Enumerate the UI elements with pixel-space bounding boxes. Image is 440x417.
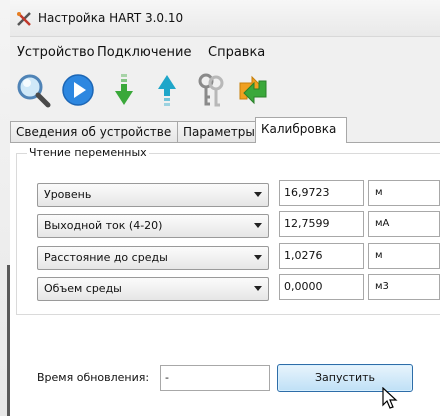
variable-value-field[interactable]: 0,0000 [279,274,364,300]
variable-value-field[interactable]: 16,9723 [279,180,364,206]
chevron-down-icon [254,286,262,291]
calibration-panel: Чтение переменных Уровень 16,9723 м Выхо… [10,142,440,417]
menu-help[interactable]: Справка [208,45,265,60]
variable-select[interactable]: Объем среды [37,277,269,301]
chevron-down-icon [254,192,262,197]
search-icon [17,74,51,108]
variable-unit: м [375,250,383,261]
variable-unit-field[interactable]: м [368,180,440,206]
chevron-down-icon [254,223,262,228]
variable-value-field[interactable]: 1,0276 [279,243,364,269]
variable-select[interactable]: Уровень [37,183,269,207]
tab-device-info[interactable]: Сведения об устройстве [10,121,180,142]
keys-icon [198,73,224,107]
menu-connection[interactable]: Подключение [97,45,191,60]
read-button[interactable] [105,70,143,110]
variable-value-field[interactable]: 12,7599 [279,211,364,237]
upload-arrow-icon [158,75,176,106]
variable-unit-field[interactable]: мА [368,211,440,237]
mouse-cursor-icon [382,387,398,409]
tab-parameters[interactable]: Параметры [177,121,257,142]
variable-value: 1,0276 [284,249,323,262]
write-button[interactable] [148,70,186,110]
access-button[interactable] [192,70,230,110]
start-button-label: Запустить [315,371,375,384]
title-bar[interactable]: Настройка HART 3.0.10 [10,0,440,37]
variable-select[interactable]: Выходной ток (4-20) [37,214,269,238]
variable-select-label: Выходной ток (4-20) [44,219,163,232]
variable-value: 0,0000 [284,280,323,293]
chevron-down-icon [254,255,262,260]
variable-unit-field[interactable]: м [368,243,440,269]
play-icon [62,74,94,106]
update-time-field[interactable]: - [160,365,270,391]
variable-unit: м3 [375,281,389,292]
variable-select-label: Объем среды [44,282,122,295]
download-arrow-icon [115,74,133,105]
variable-value: 12,7599 [284,217,330,230]
menu-device[interactable]: Устройство [17,45,95,60]
app-window: Настройка HART 3.0.10 Устройство Подключ… [10,0,440,417]
search-button[interactable] [14,70,52,110]
variable-value: 16,9723 [284,186,330,199]
variable-unit-field[interactable]: м3 [368,274,440,300]
tab-calibration[interactable]: Калибровка [255,117,347,143]
update-time-label: Время обновления: [37,371,150,384]
toolbar [10,70,440,114]
exchange-button[interactable] [234,70,272,110]
update-time-value: - [165,371,169,384]
variable-unit: мА [375,218,390,229]
variable-select-label: Уровень [44,188,92,201]
tab-calibration-label: Калибровка [261,122,337,136]
tab-parameters-label: Параметры [183,125,255,139]
hart-app-icon [17,12,31,26]
variable-unit: м [375,187,383,198]
run-button[interactable] [59,70,97,110]
group-title: Чтение переменных [27,146,149,159]
tab-bar: Сведения об устройстве Параметры Калибро… [10,117,440,143]
tab-device-info-label: Сведения об устройстве [16,125,172,139]
variable-select[interactable]: Расстояние до среды [37,246,269,270]
swap-icon [239,75,267,105]
variable-select-label: Расстояние до среды [44,251,168,264]
window-title: Настройка HART 3.0.10 [38,11,184,25]
menu-bar: Устройство Подключение Справка [10,37,440,65]
